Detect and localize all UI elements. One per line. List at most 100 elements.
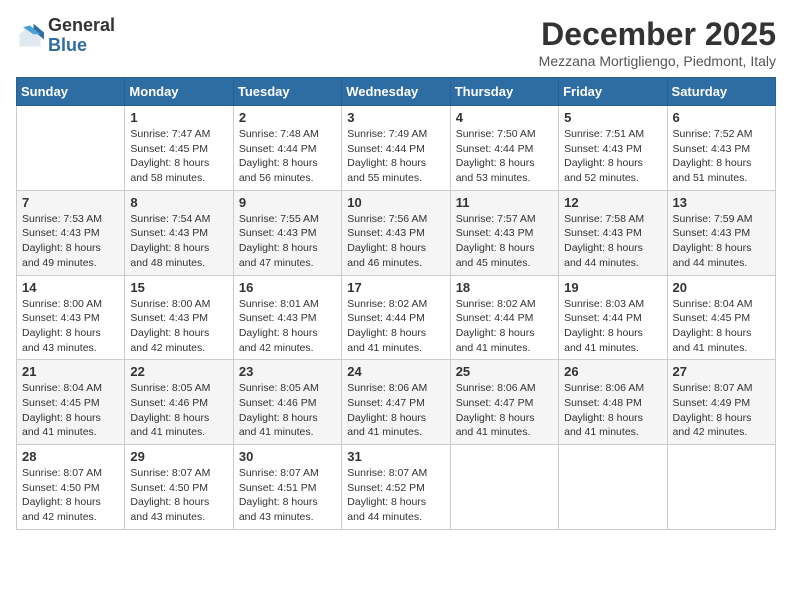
sunset-text: Sunset: 4:44 PM — [564, 312, 642, 324]
cell-info: Sunrise: 8:07 AMSunset: 4:51 PMDaylight:… — [239, 466, 336, 525]
calendar-cell: 2 Sunrise: 7:48 AMSunset: 4:44 PMDaylight… — [233, 106, 341, 191]
calendar-cell: 17 Sunrise: 8:02 AM Sunset: 4:44 PM Dayligh… — [342, 275, 450, 360]
sunrise-text: Sunrise: 7:49 AM — [347, 128, 427, 140]
sunrise-text: Sunrise: 8:07 AM — [347, 467, 427, 479]
daylight-text: Daylight: 8 hours and 43 minutes. — [130, 496, 209, 523]
day-number: 20 — [673, 280, 770, 295]
sunrise-text: Sunrise: 7:47 AM — [130, 128, 210, 140]
day-number: 31 — [347, 449, 444, 464]
daylight-text: Daylight: 8 hours and 42 minutes. — [239, 327, 318, 354]
sunset-text: Sunset: 4:43 PM — [130, 312, 208, 324]
calendar-week-row: 28Sunrise: 8:07 AMSunset: 4:50 PMDayligh… — [17, 445, 776, 530]
logo-blue-text: Blue — [48, 36, 115, 56]
daylight-text: Daylight: 8 hours and 41 minutes. — [239, 412, 318, 439]
daylight-text: Daylight: 8 hours and 41 minutes. — [564, 412, 643, 439]
daylight-text: Daylight: 8 hours and 44 minutes. — [673, 242, 752, 269]
daylight-text: Daylight: 8 hours and 41 minutes. — [564, 327, 643, 354]
day-number: 16 — [239, 280, 336, 295]
calendar-cell: 31 Sunrise: 8:07 AMSunset: 4:52 PMDayligh… — [342, 445, 450, 530]
sunset-text: Sunset: 4:43 PM — [564, 143, 642, 155]
sunrise-text: Sunrise: 7:55 AM — [239, 213, 319, 225]
calendar-cell: 9 Sunrise: 7:55 AMSunset: 4:43 PMDaylight… — [233, 190, 341, 275]
day-number: 12 — [564, 195, 661, 210]
cell-info: Sunrise: 8:06 AMSunset: 4:47 PMDaylight:… — [456, 381, 553, 440]
calendar-cell: 4Sunrise: 7:50 AMSunset: 4:44 PMDaylight… — [450, 106, 558, 191]
day-number: 14 — [22, 280, 119, 295]
sunrise-text: Sunrise: 7:54 AM — [130, 213, 210, 225]
logo-icon — [16, 22, 44, 50]
sunset-text: Sunset: 4:47 PM — [347, 397, 425, 409]
sunset-text: Sunset: 4:43 PM — [673, 227, 751, 239]
daylight-text: Daylight: 8 hours and 42 minutes. — [130, 327, 209, 354]
calendar-cell: 23Sunrise: 8:05 AMSunset: 4:46 PMDayligh… — [233, 360, 341, 445]
daylight-text: Daylight: 8 hours and 55 minutes. — [347, 157, 426, 184]
day-number: 24 — [347, 364, 444, 379]
day-number: 17 — [347, 280, 444, 295]
daylight-text: Daylight: 8 hours and 52 minutes. — [564, 157, 643, 184]
day-number: 3 — [347, 110, 444, 125]
sunset-text: Sunset: 4:47 PM — [456, 397, 534, 409]
cell-info: Sunrise: 8:04 AMSunset: 4:45 PMDaylight:… — [673, 297, 770, 356]
cell-info: Sunrise: 8:04 AMSunset: 4:45 PMDaylight:… — [22, 381, 119, 440]
calendar-cell: 25Sunrise: 8:06 AMSunset: 4:47 PMDayligh… — [450, 360, 558, 445]
cell-info: Sunrise: 8:07 AMSunset: 4:49 PMDaylight:… — [673, 381, 770, 440]
sunset-text: Sunset: 4:44 PM — [347, 312, 425, 324]
day-number: 9 — [239, 195, 336, 210]
calendar-cell: 7 Sunrise: 7:53 AMSunset: 4:43 PMDaylight… — [17, 190, 125, 275]
cell-info: Sunrise: 7:57 AMSunset: 4:43 PMDaylight:… — [456, 212, 553, 271]
daylight-text: Daylight: 8 hours and 41 minutes. — [347, 327, 426, 354]
day-number: 13 — [673, 195, 770, 210]
sunrise-text: Sunrise: 7:50 AM — [456, 128, 536, 140]
day-number: 5 — [564, 110, 661, 125]
calendar-header-row: SundayMondayTuesdayWednesdayThursdayFrid… — [17, 78, 776, 106]
logo: General Blue — [16, 16, 115, 56]
calendar-cell: 3Sunrise: 7:49 AMSunset: 4:44 PMDaylight… — [342, 106, 450, 191]
daylight-text: Daylight: 8 hours and 45 minutes. — [456, 242, 535, 269]
sunrise-text: Sunrise: 8:02 AM — [347, 298, 427, 310]
sunrise-text: Sunrise: 8:06 AM — [456, 382, 536, 394]
calendar-cell — [17, 106, 125, 191]
calendar-week-row: 1 Sunrise: 7:47 AMSunset: 4:45 PMDaylight… — [17, 106, 776, 191]
cell-info: Sunrise: 7:47 AMSunset: 4:45 PMDaylight:… — [130, 127, 227, 186]
cell-info: Sunrise: 7:48 AMSunset: 4:44 PMDaylight:… — [239, 127, 336, 186]
day-number: 2 — [239, 110, 336, 125]
calendar-cell: 6Sunrise: 7:52 AMSunset: 4:43 PMDaylight… — [667, 106, 775, 191]
sunset-text: Sunset: 4:43 PM — [347, 227, 425, 239]
daylight-text: Daylight: 8 hours and 43 minutes. — [239, 496, 318, 523]
cell-info: Sunrise: 8:07 AMSunset: 4:52 PMDaylight:… — [347, 466, 444, 525]
calendar-week-row: 7 Sunrise: 7:53 AMSunset: 4:43 PMDaylight… — [17, 190, 776, 275]
calendar-cell — [667, 445, 775, 530]
calendar-cell: 27Sunrise: 8:07 AMSunset: 4:49 PMDayligh… — [667, 360, 775, 445]
sunset-text: Sunset: 4:46 PM — [130, 397, 208, 409]
sunrise-text: Sunrise: 7:59 AM — [673, 213, 753, 225]
cell-info: Sunrise: 7:51 AM Sunset: 4:43 PM Daylight:… — [564, 127, 661, 186]
day-number: 6 — [673, 110, 770, 125]
calendar-cell: 10Sunrise: 7:56 AMSunset: 4:43 PMDayligh… — [342, 190, 450, 275]
cell-info: Sunrise: 7:50 AMSunset: 4:44 PMDaylight:… — [456, 127, 553, 186]
daylight-text: Daylight: 8 hours and 58 minutes. — [130, 157, 209, 184]
sunrise-text: Sunrise: 8:07 AM — [673, 382, 753, 394]
calendar-cell: 13 Sunrise: 7:59 AM Sunset: 4:43 PM Dayligh… — [667, 190, 775, 275]
day-number: 19 — [564, 280, 661, 295]
cell-info: Sunrise: 7:53 AMSunset: 4:43 PMDaylight:… — [22, 212, 119, 271]
sunrise-text: Sunrise: 8:04 AM — [673, 298, 753, 310]
cell-info: Sunrise: 7:59 AM Sunset: 4:43 PM Daylight:… — [673, 212, 770, 271]
sunset-text: Sunset: 4:45 PM — [673, 312, 751, 324]
day-number: 7 — [22, 195, 119, 210]
calendar-cell: 8Sunrise: 7:54 AMSunset: 4:43 PMDaylight… — [125, 190, 233, 275]
cell-info: Sunrise: 8:00 AMSunset: 4:43 PMDaylight:… — [22, 297, 119, 356]
sunset-text: Sunset: 4:44 PM — [456, 312, 534, 324]
sunrise-text: Sunrise: 8:03 AM — [564, 298, 644, 310]
calendar-cell — [450, 445, 558, 530]
day-number: 1 — [130, 110, 227, 125]
cell-info: Sunrise: 7:55 AMSunset: 4:43 PMDaylight:… — [239, 212, 336, 271]
sunrise-text: Sunrise: 7:51 AM — [564, 128, 644, 140]
daylight-text: Daylight: 8 hours and 41 minutes. — [22, 412, 101, 439]
daylight-text: Daylight: 8 hours and 42 minutes. — [673, 412, 752, 439]
logo-general-text: General — [48, 16, 115, 36]
day-header-thursday: Thursday — [450, 78, 558, 106]
daylight-text: Daylight: 8 hours and 41 minutes. — [130, 412, 209, 439]
sunset-text: Sunset: 4:45 PM — [22, 397, 100, 409]
day-number: 18 — [456, 280, 553, 295]
sunset-text: Sunset: 4:51 PM — [239, 482, 317, 494]
